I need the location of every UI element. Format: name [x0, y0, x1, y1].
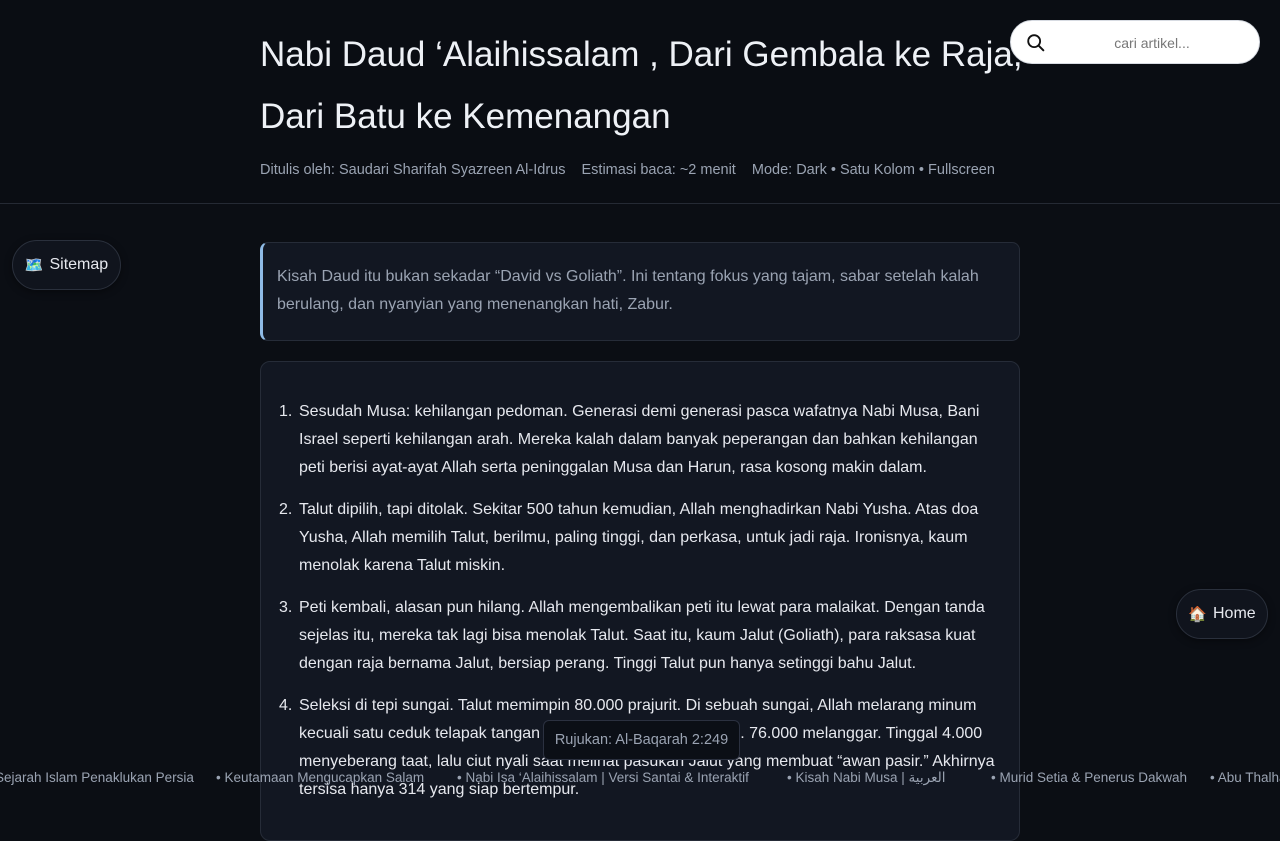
reference-tooltip: Rujukan: Al-Baqarah 2:249: [543, 720, 740, 760]
article-meta: Ditulis oleh: Saudari Sharifah Syazreen …: [260, 162, 1007, 178]
sitemap-label: Sitemap: [49, 256, 109, 273]
list-item: 2. Talut dipilih, tapi ditolak. Sekitar …: [279, 496, 999, 580]
list-number: 3.: [279, 599, 293, 616]
ticker-item[interactable]: Sejarah Islam Penaklukan Persia: [0, 770, 194, 785]
ticker-item[interactable]: • Nabi Isa ‘Alaihissalam | Versi Santai …: [457, 770, 749, 785]
ticker-item[interactable]: • Keutamaan Mengucapkan Salam: [216, 770, 424, 785]
page-title: Nabi Daud ‘Alaihissalam , Dari Gembala k…: [260, 24, 1040, 148]
list-number: 4.: [279, 697, 293, 714]
search-icon: [1027, 34, 1045, 52]
sitemap-button[interactable]: 🗺️ Sitemap: [12, 240, 121, 290]
home-label: Home: [1213, 605, 1256, 622]
list-item: 3. Peti kembali, alasan pun hilang. Alla…: [279, 594, 999, 678]
ticker-item[interactable]: • Murid Setia & Penerus Dakwah: [991, 770, 1187, 785]
list-number: 2.: [279, 501, 293, 518]
reading-time-label: Estimasi baca: ~2 menit: [581, 162, 736, 178]
mode-label[interactable]: Mode: Dark • Satu Kolom • Fullscreen: [752, 162, 995, 178]
list-item-text: Sesudah Musa: kehilangan pedoman. Genera…: [299, 403, 980, 476]
search-input[interactable]: [1059, 29, 1245, 57]
ticker-item[interactable]: • Kisah Nabi Musa | العربية: [787, 770, 945, 786]
title-line-2: Dari Batu ke Kemenangan: [260, 97, 671, 136]
intro-callout: Kisah Daud itu bukan sekadar “David vs G…: [260, 242, 1020, 341]
list-item-text: Peti kembali, alasan pun hilang. Allah m…: [299, 599, 985, 672]
house-icon: 🏠: [1188, 605, 1207, 623]
search-box[interactable]: [1010, 20, 1260, 64]
list-item: 1. Sesudah Musa: kehilangan pedoman. Gen…: [279, 398, 999, 482]
list-number: 1.: [279, 403, 293, 420]
home-button[interactable]: 🏠 Home: [1176, 589, 1268, 639]
title-line-1: Nabi Daud ‘Alaihissalam , Dari Gembala k…: [260, 35, 1023, 74]
ticker-item[interactable]: • Abu Thalhah: [1210, 770, 1280, 785]
map-icon: 🗺️: [24, 256, 44, 274]
author-label: Ditulis oleh: Saudari Sharifah Syazreen …: [260, 162, 566, 178]
news-ticker: Sejarah Islam Penaklukan Persia • Keutam…: [0, 764, 1280, 792]
list-item-text: Talut dipilih, tapi ditolak. Sekitar 500…: [299, 501, 979, 574]
